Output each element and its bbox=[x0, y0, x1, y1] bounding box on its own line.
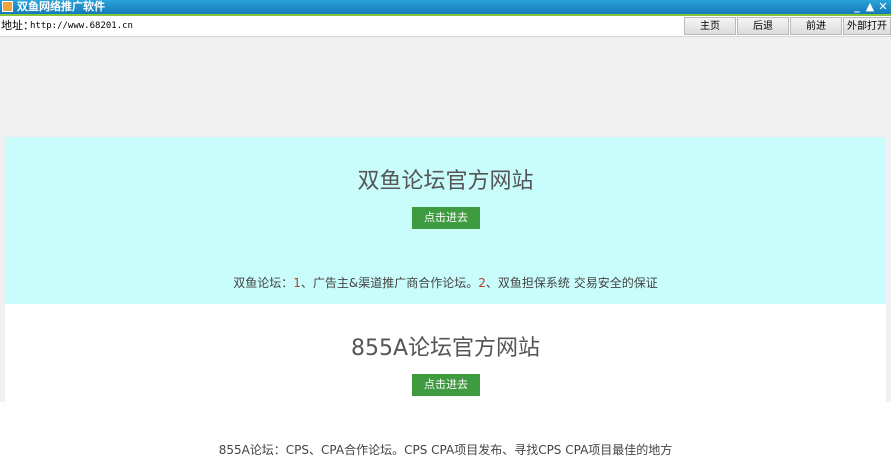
desc-part-1: 、广告主&渠道推广商合作论坛。 bbox=[300, 276, 479, 290]
desc-part-2: 、双鱼担保系统 交易安全的保证 bbox=[485, 276, 658, 290]
desc-number-1: 1 bbox=[293, 276, 301, 290]
minimize-button[interactable]: _ bbox=[851, 0, 863, 14]
open-external-button[interactable]: 外部打开 bbox=[843, 17, 891, 35]
title-bar: 双鱼网络推广软件 _ ▲ ✕ bbox=[0, 0, 891, 14]
app-icon bbox=[2, 1, 13, 12]
window-title: 双鱼网络推广软件 bbox=[17, 0, 105, 13]
enter-site-button[interactable]: 点击进去 bbox=[412, 207, 480, 229]
site-section-shuangyu: 双鱼论坛官方网站 点击进去 双鱼论坛：1、广告主&渠道推广商合作论坛。2、双鱼担… bbox=[5, 137, 886, 304]
address-input[interactable] bbox=[30, 18, 680, 34]
site-description: 双鱼论坛：1、广告主&渠道推广商合作论坛。2、双鱼担保系统 交易安全的保证 bbox=[5, 274, 886, 291]
site-title: 双鱼论坛官方网站 bbox=[357, 169, 534, 194]
close-button[interactable]: ✕ bbox=[877, 0, 889, 14]
site-title: 855A论坛官方网站 bbox=[350, 336, 541, 361]
address-bar: 地址： 主页 后退 前进 外部打开 bbox=[0, 16, 891, 37]
browser-content: 双鱼论坛官方网站 点击进去 双鱼论坛：1、广告主&渠道推广商合作论坛。2、双鱼担… bbox=[0, 37, 891, 465]
enter-site-button[interactable]: 点击进去 bbox=[412, 374, 480, 396]
site-description: 855A论坛：CPS、CPA合作论坛。CPS CPA项目发布、寻找CPS CPA… bbox=[218, 443, 673, 457]
back-button[interactable]: 后退 bbox=[737, 17, 789, 35]
desc-number-2: 2 bbox=[478, 276, 486, 290]
restore-button[interactable]: ▲ bbox=[864, 0, 876, 14]
site-section-855a-footer: 855A论坛：CPS、CPA合作论坛。CPS CPA项目发布、寻找CPS CPA… bbox=[0, 402, 891, 465]
forward-button[interactable]: 前进 bbox=[790, 17, 842, 35]
site-section-855a: 855A论坛官方网站 点击进去 bbox=[5, 304, 886, 402]
home-button[interactable]: 主页 bbox=[684, 17, 736, 35]
desc-prefix: 双鱼论坛： bbox=[233, 276, 294, 290]
